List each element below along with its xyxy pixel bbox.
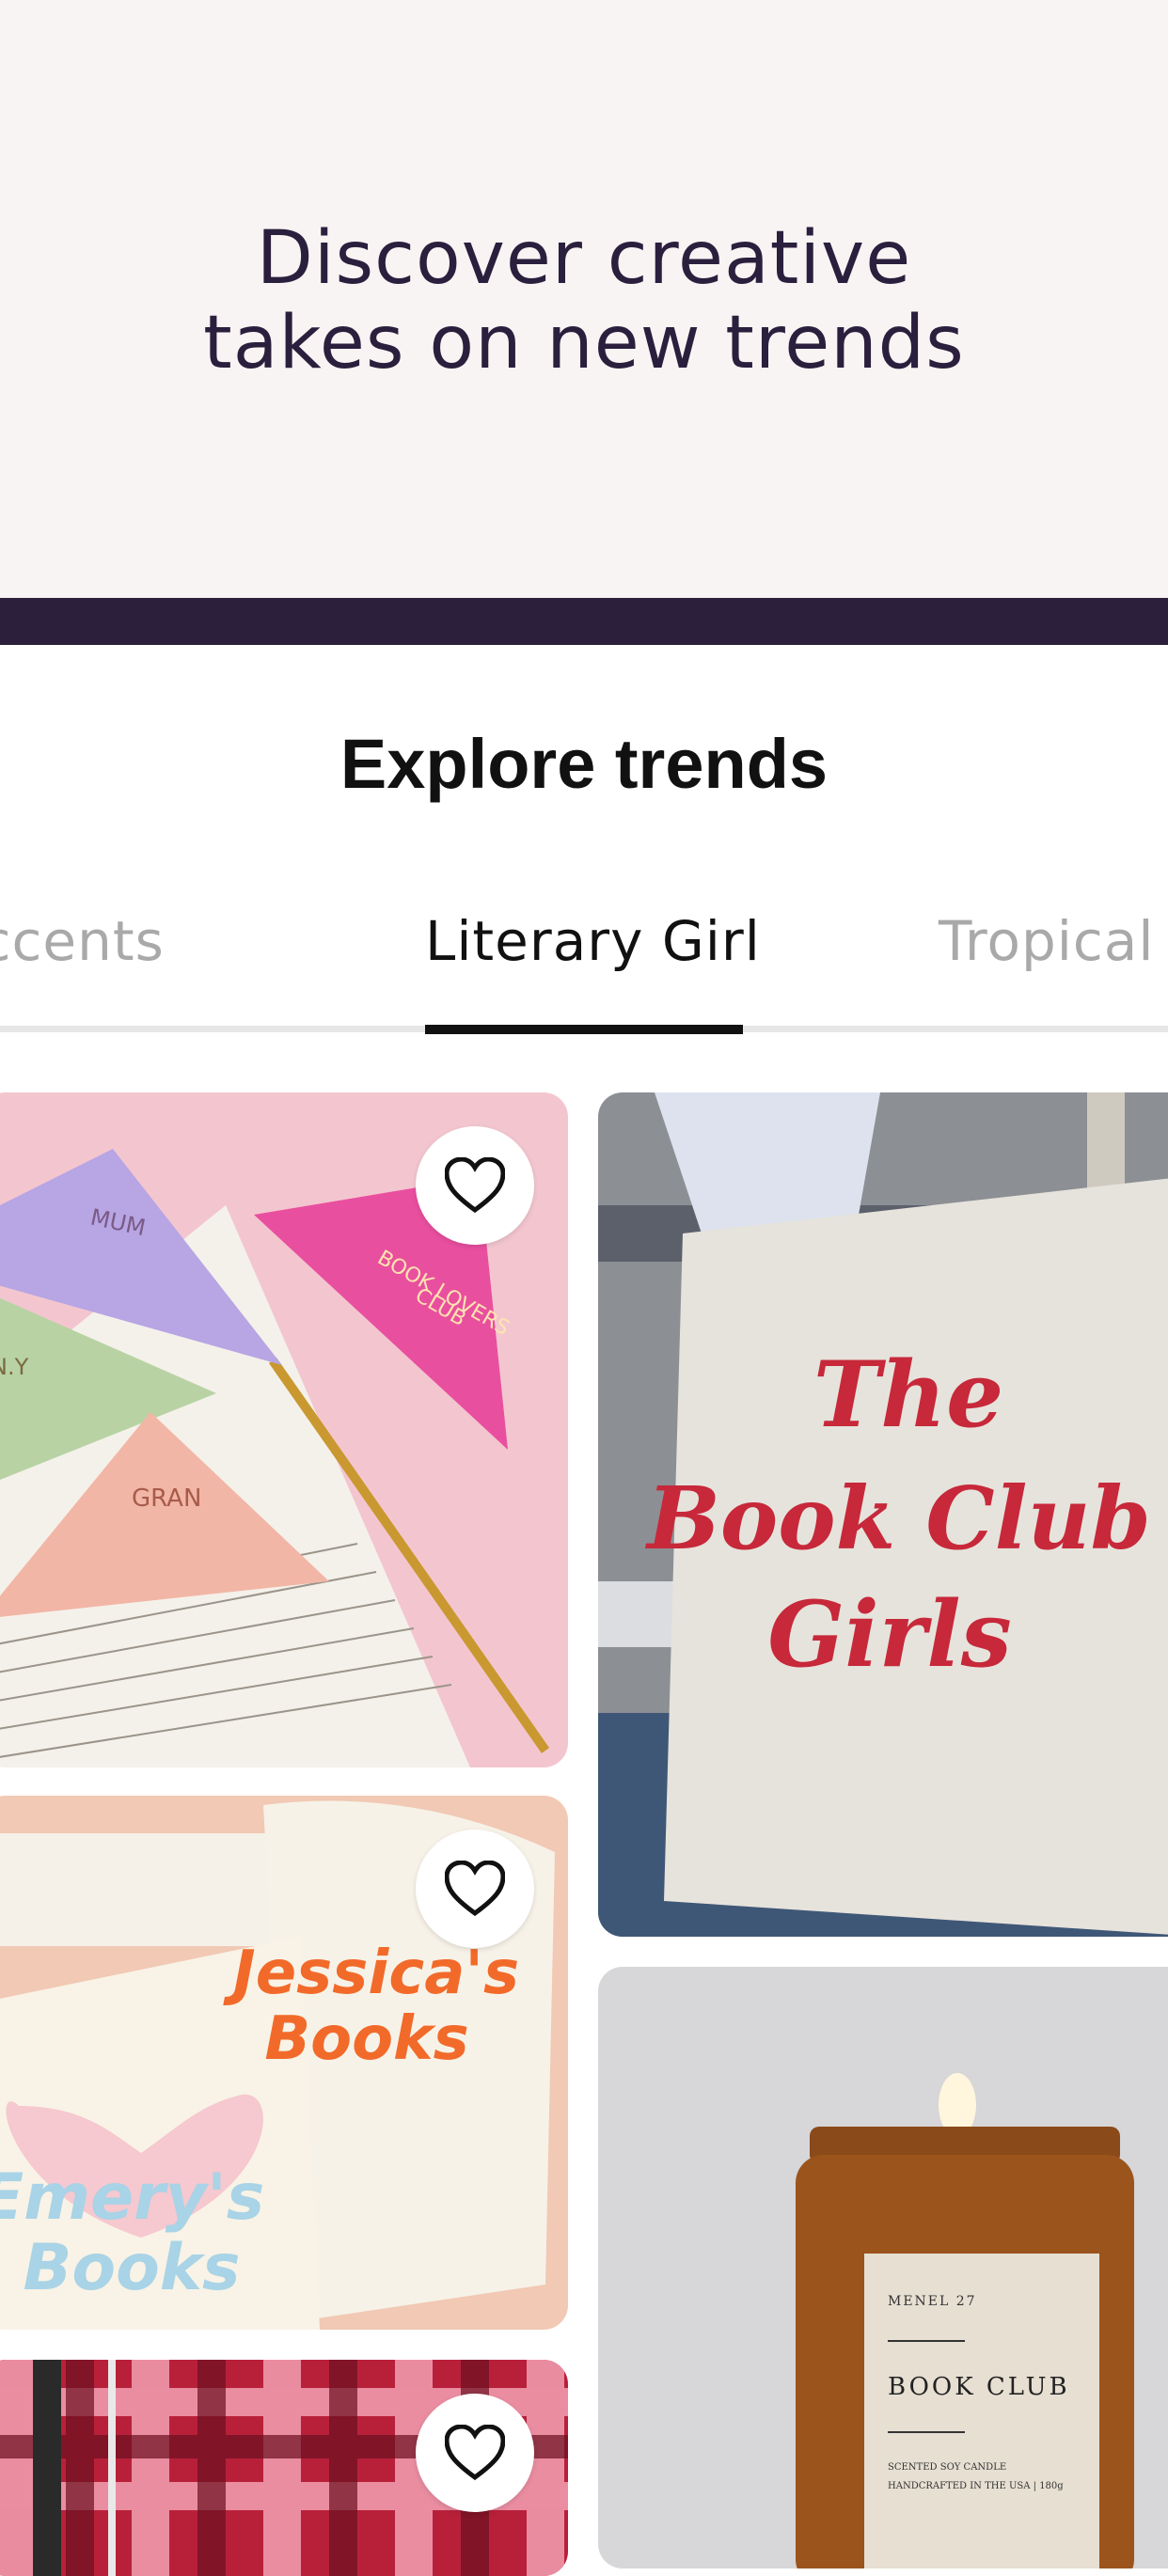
favorite-button[interactable] bbox=[416, 2394, 534, 2512]
tote-text-1: The bbox=[813, 1342, 1003, 1448]
product-card-bookmarks[interactable]: MUM BOOK LOVERS CLUB N.Y GRAN bbox=[0, 1092, 568, 1767]
section-title: Explore trends bbox=[339, 725, 829, 803]
candle-label-line2: HANDCRAFTED IN THE USA | 180g bbox=[888, 2481, 1064, 2491]
tab-active-indicator bbox=[425, 1025, 743, 1034]
favorite-button[interactable] bbox=[416, 1830, 534, 1948]
bookmark-text-5: GRAN bbox=[132, 1484, 201, 1513]
pouch-text-4: Books bbox=[24, 2231, 241, 2305]
bookmark-text-4: N.Y bbox=[0, 1354, 29, 1380]
favorite-button[interactable] bbox=[416, 1126, 534, 1245]
product-card-candle[interactable]: MENEL 27 BOOK CLUB SCENTED SOY CANDLE HA… bbox=[598, 1967, 1168, 2568]
divider-band bbox=[0, 598, 1168, 645]
pouch-text-1: Jessica's bbox=[223, 1939, 519, 2008]
heart-icon bbox=[445, 2425, 505, 2481]
hero-title: Discover creative takes on new trends bbox=[203, 216, 965, 385]
product-card-plaid[interactable] bbox=[0, 2360, 568, 2576]
pouch-text-2: Books bbox=[264, 2004, 468, 2074]
hero-banner: Discover creative takes on new trends bbox=[0, 0, 1168, 598]
tote-text-2: Book Club bbox=[644, 1468, 1151, 1569]
product-image: MENEL 27 BOOK CLUB SCENTED SOY CANDLE HA… bbox=[598, 1967, 1168, 2568]
tab-label: Accents bbox=[0, 909, 165, 973]
heart-icon bbox=[445, 1861, 505, 1917]
tab-tropical[interactable]: Tropical bbox=[939, 909, 1154, 973]
heart-icon bbox=[445, 1157, 505, 1214]
tote-text-3: Girls bbox=[767, 1581, 1012, 1688]
product-card-pouches[interactable]: Jessica's Books Emery's Books bbox=[0, 1796, 568, 2330]
product-card-tote[interactable]: The Book Club Girls bbox=[598, 1092, 1168, 1937]
pouch-text-3: Emery's bbox=[0, 2160, 264, 2235]
tab-accents[interactable]: Accents bbox=[0, 909, 165, 973]
tab-literary-girl[interactable]: Literary Girl bbox=[425, 909, 761, 973]
candle-label-title: BOOK CLUB bbox=[888, 2373, 1070, 2401]
tab-label: Literary Girl bbox=[425, 909, 761, 973]
candle-label-line1: SCENTED SOY CANDLE bbox=[888, 2462, 1006, 2473]
trend-tabs: Accents Literary Girl Tropical bbox=[0, 898, 1168, 1039]
product-image: The Book Club Girls bbox=[598, 1092, 1168, 1937]
tab-label: Tropical bbox=[939, 909, 1155, 973]
candle-label-brand: MENEL 27 bbox=[888, 2294, 977, 2309]
